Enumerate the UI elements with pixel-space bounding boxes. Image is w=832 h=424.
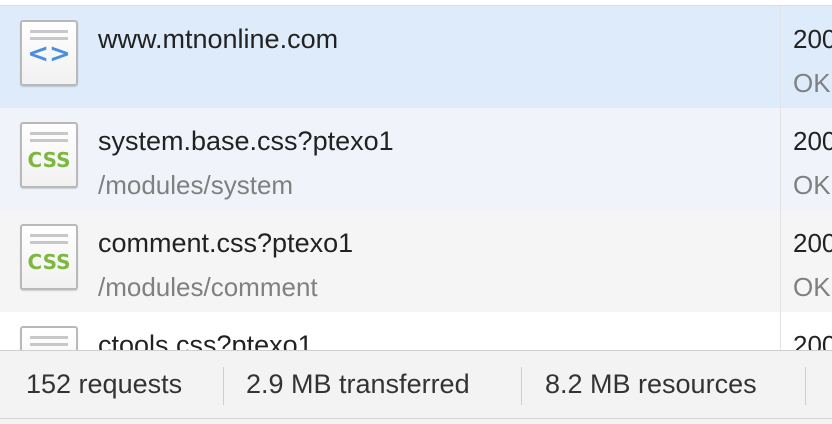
status-code: 200 [793,126,832,156]
summary-separator [223,367,224,405]
css-file-icon: CSS [20,122,78,188]
html-badge: <> [27,39,71,69]
status-cell[interactable]: 200 OK [781,210,832,312]
request-row[interactable]: <> www.mtnonline.com 200 OK [0,6,832,108]
html-file-icon: <> [20,20,78,86]
name-cell[interactable]: <> www.mtnonline.com [0,6,780,108]
request-row[interactable]: CSS comment.css?ptexo1 /modules/comment … [0,210,832,312]
css-badge: CSS [27,250,71,274]
summary-separator [521,367,522,405]
resources-size: 8.2 MB resources [545,369,757,399]
summary-bar: 152 requests 2.9 MB transferred 8.2 MB r… [0,350,832,424]
css-file-icon: CSS [20,224,78,290]
name-cell[interactable]: CSS comment.css?ptexo1 /modules/comment [0,210,780,312]
summary-separator [805,367,806,405]
name-cell[interactable]: CSS system.base.css?ptexo1 /modules/syst… [0,108,780,210]
request-name: comment.css?ptexo1 [98,228,354,258]
summary-bottom-border [0,418,832,419]
request-count: 152 requests [26,369,183,399]
request-path: /modules/comment [98,272,318,302]
status-cell[interactable]: 200 OK [781,108,832,210]
request-name: system.base.css?ptexo1 [98,126,394,156]
request-row[interactable]: CSS system.base.css?ptexo1 /modules/syst… [0,108,832,210]
status-code: 200 [793,228,832,258]
request-path: /modules/system [98,170,294,200]
status-code: 200 [793,24,832,54]
transferred-size: 2.9 MB transferred [246,369,470,399]
status-cell[interactable]: 200 OK [781,6,832,108]
status-text: OK [793,68,831,98]
css-badge: CSS [27,148,71,172]
status-text: OK [793,170,831,200]
status-text: OK [793,272,831,302]
network-panel: <> www.mtnonline.com 200 OK CSS system.b… [0,0,832,424]
request-name: www.mtnonline.com [98,24,339,54]
